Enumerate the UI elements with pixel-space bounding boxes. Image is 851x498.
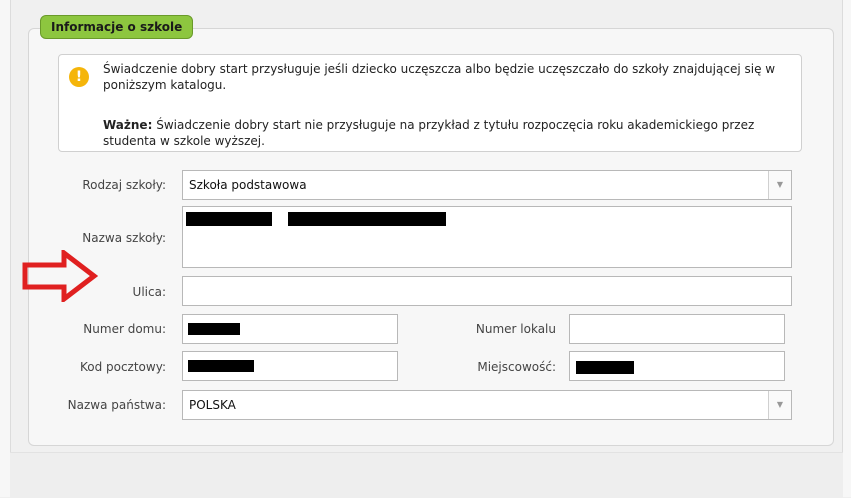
country-label: Nazwa państwa: — [67, 398, 166, 412]
country-select[interactable]: POLSKA ▼ — [182, 390, 792, 420]
school-type-select[interactable]: Szkoła podstawowa ▼ — [182, 170, 792, 200]
important-label: Ważne: — [103, 118, 153, 132]
info-text: Świadczenie dobry start przysługuje jeśl… — [103, 62, 776, 92]
street-input[interactable] — [182, 276, 792, 306]
city-label: Miejscowość: — [477, 360, 556, 374]
school-name-label: Nazwa szkoły: — [82, 231, 166, 245]
section-title: Informacje o szkole — [40, 15, 194, 39]
apartment-number-label: Numer lokalu — [475, 322, 556, 336]
info-box: ! Świadczenie dobry start przysługuje je… — [58, 54, 802, 152]
redacted-block — [186, 212, 272, 226]
school-type-value: Szkoła podstawowa — [189, 178, 307, 192]
country-value: POLSKA — [189, 398, 236, 412]
important-text: Świadczenie dobry start nie przysługuje … — [103, 118, 755, 148]
redacted-block — [188, 323, 240, 335]
school-name-field[interactable] — [182, 206, 792, 268]
warning-icon: ! — [69, 67, 89, 87]
school-type-label: Rodzaj szkoły: — [82, 178, 166, 192]
bottom-area — [10, 452, 843, 498]
redacted-block — [288, 212, 446, 226]
apartment-number-input[interactable] — [569, 314, 785, 344]
postal-code-label: Kod pocztowy: — [79, 360, 166, 374]
chevron-down-icon[interactable]: ▼ — [768, 391, 791, 419]
chevron-down-icon[interactable]: ▼ — [768, 171, 791, 199]
house-number-label: Numer domu: — [83, 322, 166, 336]
important-note: Ważne: Świadczenie dobry start nie przys… — [103, 117, 793, 149]
redacted-block — [188, 360, 254, 372]
right-border-strip — [842, 0, 851, 497]
redacted-block — [576, 361, 634, 374]
street-label: Ulica: — [132, 285, 166, 299]
left-border-strip — [0, 0, 11, 497]
